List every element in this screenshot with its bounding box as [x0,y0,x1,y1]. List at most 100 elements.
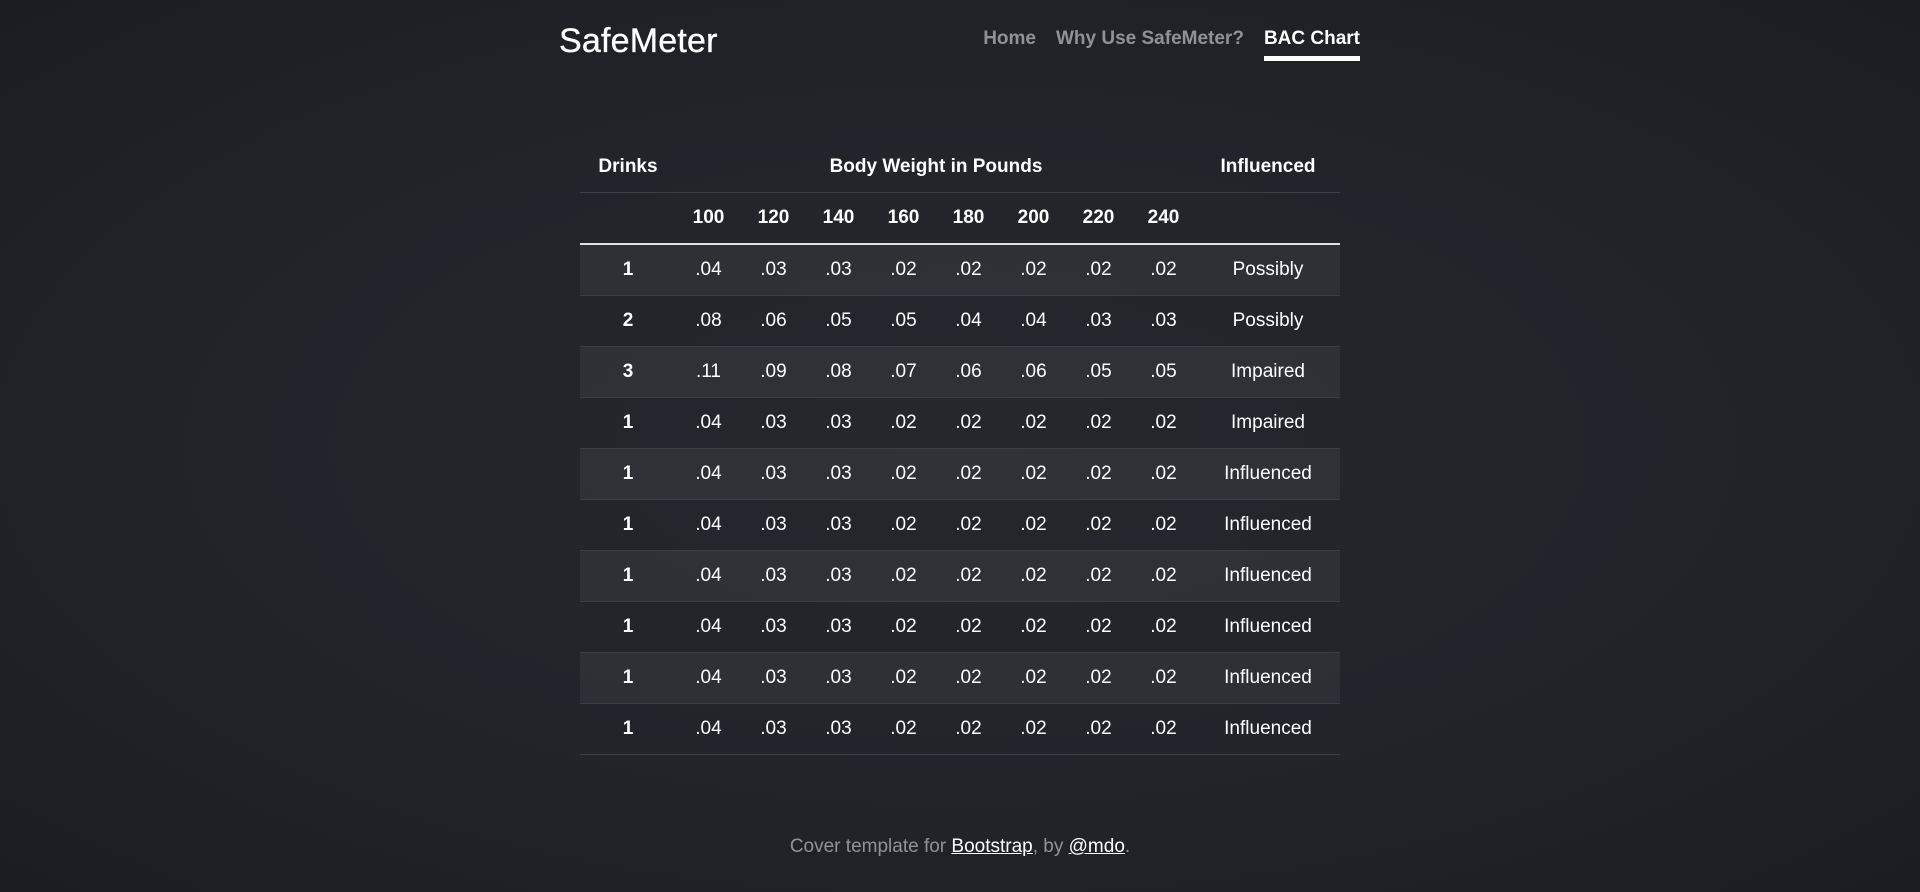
influence-status-cell: Possibly [1196,244,1340,296]
bac-value-cell: .02 [871,652,936,704]
nav-link-home[interactable]: Home [983,28,1036,61]
bac-value-cell: .08 [676,295,741,347]
influence-status-cell: Influenced [1196,499,1340,551]
bac-value-cell: .02 [1066,397,1131,449]
bac-value-cell: .02 [1001,703,1066,755]
weights-header-row: 100 120 140 160 180 200 220 240 [580,192,1340,245]
mdo-link[interactable]: @mdo [1069,836,1125,857]
bac-value-cell: .02 [1001,244,1066,296]
bac-value-cell: .09 [741,346,806,398]
bac-value-cell: .03 [806,397,871,449]
influence-status-cell: Influenced [1196,601,1340,653]
bac-value-cell: .03 [741,652,806,704]
influenced-header: Influenced [1196,141,1340,193]
bac-value-cell: .03 [741,499,806,551]
drinks-cell: 1 [580,244,676,296]
table-header-row: Drinks Body Weight in Pounds Influenced [580,141,1340,193]
bac-value-cell: .02 [871,244,936,296]
bac-value-cell: .04 [676,448,741,500]
bac-value-cell: .04 [676,652,741,704]
drinks-cell: 1 [580,652,676,704]
bac-value-cell: .02 [936,448,1001,500]
bac-value-cell: .02 [1066,550,1131,602]
table-row: 1.04.03.03.02.02.02.02.02 Influenced [580,448,1340,500]
weight-header: 120 [741,192,806,245]
bac-value-cell: .04 [676,499,741,551]
main-nav: Home Why Use SafeMeter? BAC Chart [983,28,1360,61]
bac-value-cell: .03 [806,550,871,602]
footer: Cover template for Bootstrap, by @mdo. [0,836,1920,858]
bac-value-cell: .04 [1001,295,1066,347]
bac-value-cell: .03 [741,448,806,500]
influence-status-cell: Influenced [1196,550,1340,602]
weight-header: 220 [1066,192,1131,245]
bac-value-cell: .03 [806,703,871,755]
bac-value-cell: .05 [806,295,871,347]
influence-status-cell: Impaired [1196,397,1340,449]
bac-value-cell: .02 [1066,244,1131,296]
bac-value-cell: .02 [871,550,936,602]
bac-value-cell: .02 [871,703,936,755]
bac-value-cell: .02 [1001,448,1066,500]
bac-value-cell: .02 [936,244,1001,296]
bac-value-cell: .02 [871,601,936,653]
drinks-cell: 3 [580,346,676,398]
bac-value-cell: .02 [1001,397,1066,449]
bac-chart-table: Drinks Body Weight in Pounds Influenced … [580,141,1340,755]
footer-text-prefix: Cover template for [789,836,952,857]
bac-value-cell: .02 [1131,499,1196,551]
drinks-header: Drinks [580,141,676,193]
bac-value-cell: .03 [1066,295,1131,347]
bac-value-cell: .04 [676,244,741,296]
bac-value-cell: .06 [936,346,1001,398]
bac-value-cell: .05 [1131,346,1196,398]
drinks-cell: 1 [580,703,676,755]
drinks-cell: 1 [580,499,676,551]
table-row: 2.08.06.05.05.04.04.03.03 Possibly [580,295,1340,347]
bac-value-cell: .02 [936,397,1001,449]
influence-status-cell: Possibly [1196,295,1340,347]
table-row: 1.04.03.03.02.02.02.02.02 Influenced [580,601,1340,653]
brand-title: SafeMeter [559,22,718,60]
table-row: 1.04.03.03.02.02.02.02.02 Influenced [580,703,1340,755]
bac-value-cell: .03 [806,601,871,653]
footer-text-middle: , by [1032,836,1069,857]
bac-value-cell: .03 [806,244,871,296]
bac-value-cell: .02 [1131,652,1196,704]
bac-value-cell: .02 [936,703,1001,755]
influenced-subheader-blank [1196,192,1340,245]
drinks-cell: 2 [580,295,676,347]
bac-value-cell: .04 [676,601,741,653]
influence-status-cell: Influenced [1196,448,1340,500]
bac-value-cell: .02 [1131,397,1196,449]
nav-link-bac-chart[interactable]: BAC Chart [1263,28,1360,61]
table-row: 1.04.03.03.02.02.02.02.02 Influenced [580,550,1340,602]
bac-value-cell: .02 [1001,550,1066,602]
bac-value-cell: .02 [1066,652,1131,704]
drinks-cell: 1 [580,601,676,653]
bac-value-cell: .02 [936,550,1001,602]
influence-status-cell: Impaired [1196,346,1340,398]
influence-status-cell: Influenced [1196,703,1340,755]
bac-value-cell: .02 [1131,550,1196,602]
influence-status-cell: Influenced [1196,652,1340,704]
bac-value-cell: .02 [1001,652,1066,704]
weight-header: 160 [871,192,936,245]
bac-value-cell: .06 [741,295,806,347]
bac-value-cell: .07 [871,346,936,398]
bac-value-cell: .02 [1066,601,1131,653]
bac-value-cell: .02 [1066,448,1131,500]
bac-value-cell: .02 [936,652,1001,704]
bac-value-cell: .04 [936,295,1001,347]
bac-value-cell: .03 [1131,295,1196,347]
bac-value-cell: .02 [1131,703,1196,755]
table-row: 1.04.03.03.02.02.02.02.02 Impaired [580,397,1340,449]
bac-value-cell: .11 [676,346,741,398]
bac-value-cell: .06 [1001,346,1066,398]
bac-value-cell: .02 [1066,703,1131,755]
bootstrap-link[interactable]: Bootstrap [951,836,1032,857]
bac-value-cell: .02 [1001,601,1066,653]
bac-value-cell: .04 [676,703,741,755]
bac-value-cell: .03 [806,652,871,704]
nav-link-why-use-safemeter[interactable]: Why Use SafeMeter? [1056,28,1244,61]
